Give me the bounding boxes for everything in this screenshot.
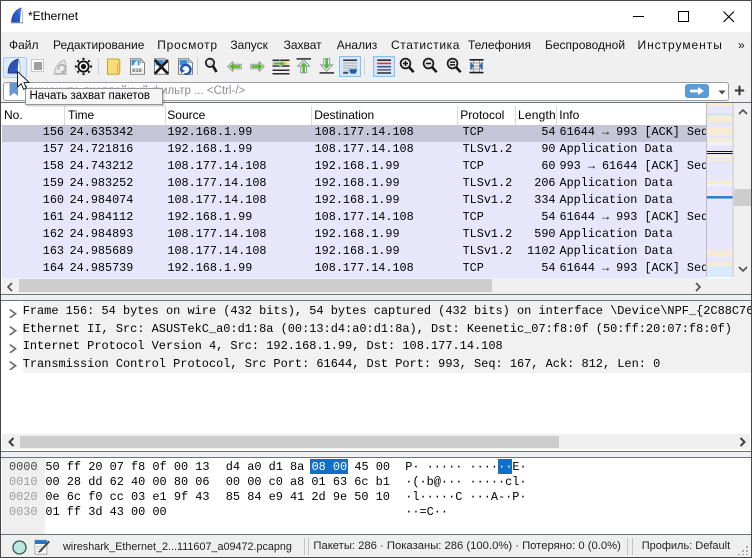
svg-text:010: 010 bbox=[132, 67, 141, 73]
